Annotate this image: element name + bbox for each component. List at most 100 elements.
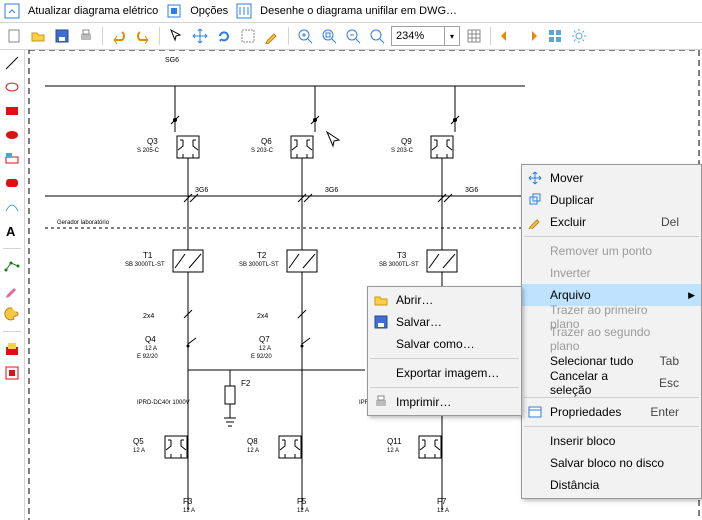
svg-text:S 205-C: S 205-C xyxy=(137,148,160,154)
svg-text:Q3: Q3 xyxy=(147,137,158,146)
zoom-combo[interactable]: ▾ xyxy=(391,26,460,46)
cursor-icon[interactable] xyxy=(166,26,186,46)
sub-save[interactable]: Salvar… xyxy=(368,311,521,333)
sub-print[interactable]: Imprimir… xyxy=(368,391,521,413)
fill-ellipse-tool-icon[interactable] xyxy=(3,126,21,144)
sidebar-separator xyxy=(3,331,21,332)
svg-text:3G6: 3G6 xyxy=(195,187,208,194)
svg-text:T1: T1 xyxy=(143,251,153,260)
brush-tool-icon[interactable] xyxy=(3,281,21,299)
svg-text:12 A: 12 A xyxy=(145,346,157,352)
ctx-label: Abrir… xyxy=(396,293,433,307)
ctx-label: Salvar como… xyxy=(396,337,475,351)
block-tool-icon[interactable] xyxy=(3,364,21,382)
zoom-out-icon[interactable] xyxy=(343,26,363,46)
zoom-reset-icon[interactable] xyxy=(367,26,387,46)
ctx-duplicate[interactable]: Duplicar xyxy=(522,189,701,211)
shortcut: Esc xyxy=(645,376,679,390)
svg-text:Q7: Q7 xyxy=(259,335,270,344)
folder-open-icon[interactable] xyxy=(28,26,48,46)
arc-tool-icon[interactable] xyxy=(3,198,21,216)
sub-save-as[interactable]: Salvar como… xyxy=(368,333,521,355)
ctx-properties[interactable]: Propriedades Enter xyxy=(522,401,701,423)
dwg-icon xyxy=(236,3,252,19)
chevron-down-icon[interactable]: ▾ xyxy=(444,27,459,45)
menu-separator xyxy=(524,397,699,398)
svg-text:Q6: Q6 xyxy=(261,137,272,146)
svg-text:Q8: Q8 xyxy=(247,437,258,446)
ctx-label: Cancelar a seleção xyxy=(550,369,645,397)
toolbar-separator xyxy=(288,27,289,45)
ctx-label: Salvar bloco no disco xyxy=(550,456,664,470)
ctx-distance[interactable]: Distância xyxy=(522,474,701,496)
toolbar-separator xyxy=(102,27,103,45)
zoom-input[interactable] xyxy=(392,30,444,42)
new-icon[interactable] xyxy=(4,26,24,46)
svg-text:12 A: 12 A xyxy=(247,448,259,454)
svg-text:12 A: 12 A xyxy=(259,346,271,352)
ctx-save-block[interactable]: Salvar bloco no disco xyxy=(522,452,701,474)
ctx-move[interactable]: Mover xyxy=(522,167,701,189)
menu-draw-dwg[interactable]: Desenhe o diagrama unifilar em DWG… xyxy=(254,5,463,17)
selection-box-icon[interactable] xyxy=(238,26,258,46)
svg-text:F2: F2 xyxy=(241,379,251,388)
menu-options[interactable]: Opções xyxy=(184,5,234,17)
rotate-icon[interactable] xyxy=(214,26,234,46)
ctx-label: Salvar… xyxy=(396,315,442,329)
ctx-label: Remover um ponto xyxy=(550,244,652,258)
svg-text:T3: T3 xyxy=(397,251,407,260)
save-icon xyxy=(372,313,390,331)
save-icon[interactable] xyxy=(52,26,72,46)
redo-icon[interactable] xyxy=(133,26,153,46)
text-tool-icon[interactable]: A xyxy=(3,222,21,240)
line-tool-icon[interactable] xyxy=(3,54,21,72)
ctx-label: Excluir xyxy=(550,215,586,229)
zoom-in-icon[interactable] xyxy=(295,26,315,46)
svg-text:12 A: 12 A xyxy=(387,448,399,454)
grid-icon[interactable] xyxy=(464,26,484,46)
ctx-remove-point: Remover um ponto xyxy=(522,240,701,262)
svg-text:E 92/20: E 92/20 xyxy=(251,354,272,360)
palette-tool-icon[interactable] xyxy=(3,305,21,323)
menu-separator xyxy=(370,358,519,359)
ellipse-tool-icon[interactable] xyxy=(3,78,21,96)
layer-tool-icon[interactable] xyxy=(3,340,21,358)
svg-text:F5: F5 xyxy=(297,497,307,506)
menu-update[interactable]: Atualizar diagrama elétrico xyxy=(22,5,164,17)
svg-text:2x4: 2x4 xyxy=(257,313,268,320)
pencil-icon[interactable] xyxy=(262,26,282,46)
move-icon[interactable] xyxy=(190,26,210,46)
properties-icon xyxy=(526,403,544,421)
polygon-tool-icon[interactable] xyxy=(3,150,21,168)
component-lib-icon[interactable] xyxy=(545,26,565,46)
ctx-label: Propriedades xyxy=(550,405,621,419)
diagram-canvas[interactable]: SG6 Q3S 205-C Q6S 203-C Q9S 203-C 3G63G6… xyxy=(25,50,702,520)
svg-text:E 92/20: E 92/20 xyxy=(137,354,158,360)
undo-icon[interactable] xyxy=(109,26,129,46)
draw-sidebar: A xyxy=(0,50,25,520)
sub-export-image[interactable]: Exportar imagem… xyxy=(368,362,521,384)
pencil-icon xyxy=(526,213,544,231)
ctx-label: Distância xyxy=(550,478,599,492)
svg-text:F3: F3 xyxy=(183,497,193,506)
ctx-cancel-selection[interactable]: Cancelar a seleção Esc xyxy=(522,372,701,394)
menu-separator xyxy=(524,236,699,237)
ctx-insert-block[interactable]: Inserir bloco xyxy=(522,430,701,452)
sub-open[interactable]: Abrir… xyxy=(368,289,521,311)
gear-icon[interactable] xyxy=(569,26,589,46)
toolbar: ▾ xyxy=(0,23,702,50)
context-menu: Mover Duplicar Excluir Del Remover um po… xyxy=(521,164,702,499)
zoom-fit-icon[interactable] xyxy=(319,26,339,46)
svg-text:IPRD-DC40r 1000V: IPRD-DC40r 1000V xyxy=(137,400,190,406)
svg-text:12 A: 12 A xyxy=(183,508,195,514)
edit-node-tool-icon[interactable] xyxy=(3,257,21,275)
rect-tool-icon[interactable] xyxy=(3,102,21,120)
svg-text:2x4: 2x4 xyxy=(143,313,154,320)
svg-text:S 203-C: S 203-C xyxy=(251,148,274,154)
rounded-rect-tool-icon[interactable] xyxy=(3,174,21,192)
highlight-left-icon[interactable] xyxy=(497,26,517,46)
ctx-delete[interactable]: Excluir Del xyxy=(522,211,701,233)
print-icon[interactable] xyxy=(76,26,96,46)
highlight-right-icon[interactable] xyxy=(521,26,541,46)
svg-text:Q4: Q4 xyxy=(145,335,156,344)
